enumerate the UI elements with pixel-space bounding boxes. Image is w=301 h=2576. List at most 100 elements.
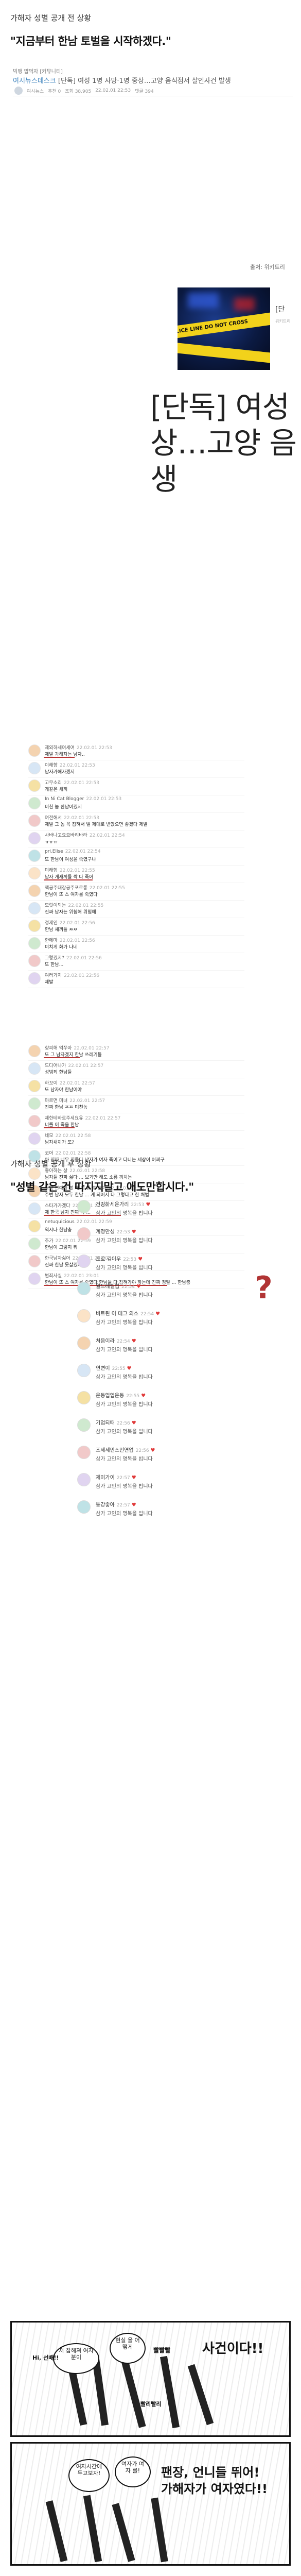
- post-title[interactable]: 여시뉴스데스크 [단독] 여성 1명 사망·1명 중상…고양 음식점서 살인사건…: [13, 75, 293, 85]
- commenter-avatar[interactable]: [77, 1391, 91, 1404]
- commenter-nickname[interactable]: 여전해서 22.02.01 22:53: [45, 814, 99, 821]
- comment-item: 핵공주대장공주포로롱 22.02.01 22:55 한남이 또 스 여자를 죽였다: [28, 883, 244, 901]
- commenter-nickname[interactable]: 제외하세여세여 22.02.01 22:53: [45, 744, 112, 751]
- commenter-avatar[interactable]: [77, 1364, 91, 1377]
- commenter-avatar[interactable]: [28, 1045, 41, 1057]
- commenter-nickname[interactable]: 제한테바로주세요유 22.02.01 22:57: [45, 1114, 120, 1121]
- commenter-avatar[interactable]: [28, 1080, 41, 1092]
- comment-item: 네모 22.02.01 22:58 남자새끼가 또?: [28, 1131, 244, 1148]
- commenter-nickname[interactable]: 제미가이 22:57 ♥: [96, 1473, 136, 1481]
- commenter-avatar[interactable]: [77, 1418, 91, 1432]
- comment-text: 삼가 고인의 명복을 빕니다: [96, 1238, 153, 1244]
- comic-panel-2: 팬장, 언니들 뛰어! 가해자가 여자였다!! 여자시간에 두고보자! 여자가 …: [10, 2442, 291, 2566]
- commenter-avatar[interactable]: [77, 1309, 91, 1323]
- commenter-avatar[interactable]: [77, 1473, 91, 1486]
- commenter-nickname[interactable]: 이해함 22.02.01 22:53: [45, 761, 95, 768]
- comment-item: 건강하세운가리 22:53 ♥ 삼가 고인의 명복을 빕니다: [77, 1198, 221, 1225]
- commenter-avatar[interactable]: [77, 1255, 91, 1268]
- commenter-avatar[interactable]: [77, 1336, 91, 1350]
- heart-icon: ♥: [141, 1393, 146, 1399]
- comment-item: 경제인 22.02.01 22:56 한남 새끼들 ㅉㅉ: [28, 918, 244, 936]
- link-card-title[interactable]: [단: [275, 304, 285, 314]
- post-source[interactable]: 여시뉴스데스크: [13, 77, 56, 85]
- commenter-nickname[interactable]: 네모 22.02.01 22:58: [45, 1132, 91, 1139]
- commenter-avatar[interactable]: [28, 1167, 41, 1180]
- commenter-avatar[interactable]: [28, 1097, 41, 1110]
- commenter-avatar[interactable]: [77, 1500, 91, 1514]
- commenter-nickname[interactable]: 미래형 22.02.01 22:55: [45, 867, 95, 873]
- cafe-name[interactable]: 빅뱅 밥먹자 [커뮤니티]: [13, 67, 63, 75]
- commenter-avatar[interactable]: [77, 1227, 91, 1241]
- commenter-avatar[interactable]: [28, 1220, 41, 1232]
- heart-icon: ♥: [131, 1229, 136, 1235]
- commenter-nickname[interactable]: 사바나고요요바리바라 22.02.01 22:54: [45, 832, 125, 838]
- commenter-avatar[interactable]: [28, 972, 41, 985]
- author-avatar[interactable]: [14, 87, 23, 95]
- commenter-avatar[interactable]: [28, 902, 41, 914]
- comment-text: 한남 새끼들 ㅉㅉ: [45, 927, 78, 933]
- commenter-nickname[interactable]: 기업되때 22:56 ♥: [96, 1418, 136, 1426]
- comment-item: 제미가이 22:57 ♥ 삼가 고인의 명복을 빕니다: [77, 1471, 221, 1498]
- commenter-nickname[interactable]: pri.Elise 22.02.01 22:54: [45, 849, 101, 854]
- commenter-avatar[interactable]: [28, 779, 41, 792]
- news-thumbnail[interactable]: POLICE LINE DO NOT CROSS: [178, 287, 270, 370]
- commenter-avatar[interactable]: [77, 1200, 91, 1213]
- commenter-avatar[interactable]: [28, 955, 41, 967]
- commenter-avatar[interactable]: [28, 1115, 41, 1127]
- commenter-nickname[interactable]: 고무소리 22.02.01 22:53: [45, 779, 99, 786]
- commenter-avatar[interactable]: [28, 1132, 41, 1145]
- commenter-avatar[interactable]: [28, 797, 41, 809]
- post-meta: 여시뉴스 추천 0 조회 38,905 22.02.01 22:53 댓글 39…: [14, 87, 154, 95]
- commenter-avatar[interactable]: [28, 815, 41, 827]
- commenter-nickname[interactable]: 한메마 22.02.01 22:56: [45, 937, 95, 943]
- commenter-nickname[interactable]: 드디어나가 22.02.01 22:57: [45, 1062, 103, 1069]
- commenter-nickname[interactable]: 향피해 억쭈아 22.02.01 22:57: [45, 1044, 109, 1051]
- commenter-nickname[interactable]: 계정만성 22:53 ♥: [96, 1227, 136, 1235]
- commenter-nickname[interactable]: 처음이라 22:54 ♥: [96, 1336, 136, 1344]
- commenter-avatar[interactable]: [28, 1255, 41, 1267]
- commenter-avatar[interactable]: [28, 1202, 41, 1215]
- commenter-nickname[interactable]: 핵공주대장공주포로롱 22.02.01 22:55: [45, 884, 125, 891]
- link-card-big-title[interactable]: [단독] 여성 상…고양 음 생: [150, 389, 301, 497]
- commenter-avatar[interactable]: [28, 850, 41, 862]
- commenter-avatar[interactable]: [77, 1446, 91, 1459]
- commenter-avatar[interactable]: [28, 1062, 41, 1075]
- commenter-nickname[interactable]: 하꼬이 22.02.01 22:57: [45, 1079, 95, 1086]
- commenter-avatar[interactable]: [28, 832, 41, 844]
- post-comment-count[interactable]: 댓글 394: [135, 88, 154, 94]
- commenter-nickname[interactable]: In Ni Cat Blogger 22.02.01 22:53: [45, 796, 121, 802]
- comment-item: 비트된 이 데그 의소 22:54 ♥ 삼가 고인의 명복을 빕니다: [77, 1307, 221, 1334]
- commenter-avatar[interactable]: [28, 867, 41, 879]
- commenter-nickname[interactable]: 코어 22.02.01 22:58: [45, 1149, 91, 1156]
- commenter-avatar[interactable]: [28, 1273, 41, 1285]
- comment-time: 22:55: [126, 1394, 140, 1399]
- commenter-nickname[interactable]: 여러가지 22.02.01 22:56: [45, 972, 99, 978]
- comment-item: pri.Elise 22.02.01 22:54 또 한남이 여성을 죽였구나: [28, 848, 244, 866]
- commenter-avatar[interactable]: [28, 920, 41, 932]
- commenter-nickname[interactable]: 연변이 22:55 ♥: [96, 1364, 132, 1371]
- red-underline: [44, 1127, 75, 1128]
- commenter-nickname[interactable]: 경제인 22.02.01 22:56: [45, 919, 95, 926]
- commenter-avatar[interactable]: [28, 762, 41, 774]
- commenter-nickname[interactable]: 조세세민스민연업 22:56 ♥: [96, 1446, 155, 1453]
- comment-time: 22:57: [116, 1503, 130, 1508]
- commenter-nickname[interactable]: 월드레렐럽 22:54 ♥: [96, 1282, 141, 1290]
- commenter-nickname[interactable]: 통강좋아 22:57 ♥: [96, 1500, 136, 1508]
- comment-time: 22.02.01 22:58: [55, 1133, 91, 1139]
- commenter-avatar[interactable]: [28, 937, 41, 950]
- commenter-nickname[interactable]: 비트된 이 데그 의소 22:54 ♥: [96, 1309, 160, 1317]
- commenter-nickname[interactable]: 그렇겠지? 22.02.01 22:56: [45, 954, 102, 961]
- commenter-avatar[interactable]: [28, 1238, 41, 1250]
- comment-item: 계정만성 22:53 ♥ 삼가 고인의 명복을 빕니다: [77, 1225, 221, 1252]
- commenter-nickname[interactable]: 마르면 미녀 22.02.01 22:57: [45, 1097, 105, 1104]
- post-author[interactable]: 여시뉴스: [27, 88, 44, 94]
- commenter-nickname[interactable]: 모릿이되는 22.02.01 22:55: [45, 902, 103, 908]
- comment-text: 제발: [45, 980, 54, 985]
- commenter-nickname[interactable]: 운동업업운동 22:55 ♥: [96, 1391, 146, 1399]
- commenter-avatar[interactable]: [28, 744, 41, 757]
- commenter-avatar[interactable]: [77, 1282, 91, 1295]
- commenter-nickname[interactable]: 포로 깊이우 22:53 ♥: [96, 1255, 143, 1262]
- comic-sfx: 빨빨빨: [153, 2347, 171, 2354]
- commenter-avatar[interactable]: [28, 885, 41, 897]
- commenter-nickname[interactable]: 건강하세운가리 22:53 ♥: [96, 1200, 150, 1208]
